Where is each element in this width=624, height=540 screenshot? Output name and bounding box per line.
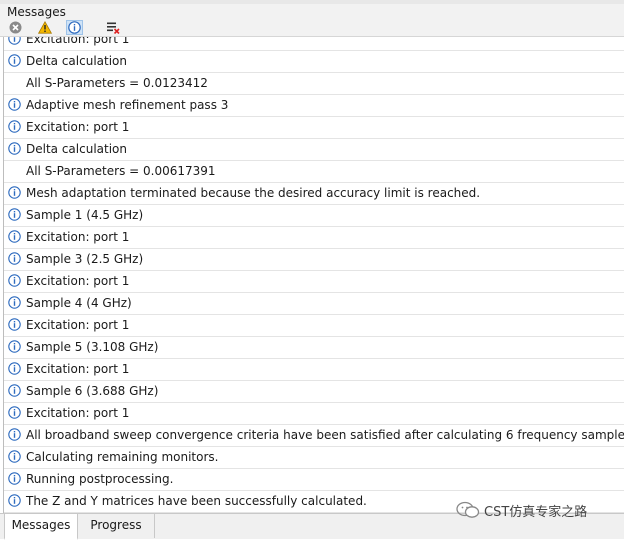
message-row[interactable]: Excitation: port 1 — [4, 117, 624, 139]
message-text: Excitation: port 1 — [26, 120, 130, 134]
info-icon — [8, 98, 21, 111]
message-text: Excitation: port 1 — [26, 274, 130, 288]
message-row[interactable]: Adaptive mesh refinement pass 3 — [4, 95, 624, 117]
message-row[interactable]: Sample 5 (3.108 GHz) — [4, 337, 624, 359]
warning-filter-button[interactable] — [36, 20, 53, 35]
message-text: All S-Parameters = 0.00617391 — [26, 164, 216, 178]
message-row[interactable]: Excitation: port 1 — [4, 37, 624, 51]
message-text: All broadband sweep convergence criteria… — [26, 428, 624, 442]
message-text: Mesh adaptation terminated because the d… — [26, 186, 481, 200]
warning-filter-icon — [37, 21, 52, 34]
panel-title-bar: Messages — [0, 4, 624, 20]
info-filter-icon — [68, 21, 81, 34]
watermark: CST仿真专家之路 — [456, 500, 587, 520]
message-row[interactable]: Mesh adaptation terminated because the d… — [4, 183, 624, 205]
message-text: Excitation: port 1 — [26, 230, 130, 244]
info-icon — [8, 296, 21, 309]
message-text: Excitation: port 1 — [26, 362, 130, 376]
info-icon — [8, 362, 21, 375]
clear-messages-button[interactable] — [104, 20, 121, 35]
clear-messages-icon — [106, 22, 120, 34]
watermark-text: CST仿真专家之路 — [484, 504, 588, 520]
tab-messages-label: Messages — [11, 518, 71, 532]
info-icon — [8, 186, 21, 199]
info-icon — [8, 384, 21, 397]
info-icon — [8, 340, 21, 353]
message-text: Sample 6 (3.688 GHz) — [26, 384, 159, 398]
message-text: Sample 3 (2.5 GHz) — [26, 252, 144, 266]
info-icon — [8, 450, 21, 463]
message-text: Excitation: port 1 — [26, 318, 130, 332]
message-row[interactable]: Running postprocessing. — [4, 469, 624, 491]
message-row[interactable]: Delta calculation — [4, 51, 624, 73]
message-row[interactable]: Sample 6 (3.688 GHz) — [4, 381, 624, 403]
message-text: Sample 4 (4 GHz) — [26, 296, 132, 310]
message-row[interactable]: Sample 4 (4 GHz) — [4, 293, 624, 315]
error-filter-icon — [9, 21, 22, 34]
wechat-logo-icon — [456, 501, 480, 518]
message-row[interactable]: All S-Parameters = 0.00617391 — [4, 161, 624, 183]
message-row[interactable]: Calculating remaining monitors. — [4, 447, 624, 469]
message-row[interactable]: All broadband sweep convergence criteria… — [4, 425, 624, 447]
message-row[interactable]: Sample 1 (4.5 GHz) — [4, 205, 624, 227]
info-icon — [8, 54, 21, 67]
message-text: Delta calculation — [26, 142, 127, 156]
message-row[interactable]: Delta calculation — [4, 139, 624, 161]
error-filter-button[interactable] — [7, 20, 24, 35]
message-text: Calculating remaining monitors. — [26, 450, 219, 464]
info-icon — [8, 142, 21, 155]
message-row[interactable]: Sample 3 (2.5 GHz) — [4, 249, 624, 271]
info-filter-button[interactable] — [66, 20, 83, 35]
tab-messages[interactable]: Messages — [4, 514, 78, 540]
message-row[interactable]: Excitation: port 1 — [4, 315, 624, 337]
info-icon — [8, 37, 21, 45]
message-text: Sample 5 (3.108 GHz) — [26, 340, 159, 354]
message-row[interactable]: Excitation: port 1 — [4, 359, 624, 381]
info-icon — [8, 252, 21, 265]
info-icon — [8, 472, 21, 485]
info-icon — [8, 406, 21, 419]
info-icon — [8, 120, 21, 133]
message-text: Running postprocessing. — [26, 472, 174, 486]
message-list[interactable]: Excitation: port 1 Delta calculation All S… — [3, 37, 624, 513]
info-icon — [8, 274, 21, 287]
message-row[interactable]: Excitation: port 1 — [4, 227, 624, 249]
message-text: Sample 1 (4.5 GHz) — [26, 208, 144, 222]
info-icon — [8, 230, 21, 243]
message-row[interactable]: Excitation: port 1 — [4, 403, 624, 425]
message-text: Excitation: port 1 — [26, 406, 130, 420]
panel-title: Messages — [7, 5, 66, 19]
info-icon — [8, 494, 21, 507]
info-icon — [8, 428, 21, 441]
message-text: Delta calculation — [26, 54, 127, 68]
tab-progress-label: Progress — [90, 518, 142, 532]
message-text: Excitation: port 1 — [26, 37, 130, 46]
message-text: Adaptive mesh refinement pass 3 — [26, 98, 229, 112]
message-text: All S-Parameters = 0.0123412 — [26, 76, 208, 90]
messages-window: Messages Excitation: port 1 Delta calcul… — [0, 0, 624, 540]
info-icon — [8, 318, 21, 331]
message-row[interactable]: All S-Parameters = 0.0123412 — [4, 73, 624, 95]
messages-toolbar — [0, 20, 624, 37]
tab-progress[interactable]: Progress — [78, 514, 155, 538]
message-text: The Z and Y matrices have been successfu… — [26, 494, 367, 508]
info-icon — [8, 208, 21, 221]
message-row[interactable]: Excitation: port 1 — [4, 271, 624, 293]
